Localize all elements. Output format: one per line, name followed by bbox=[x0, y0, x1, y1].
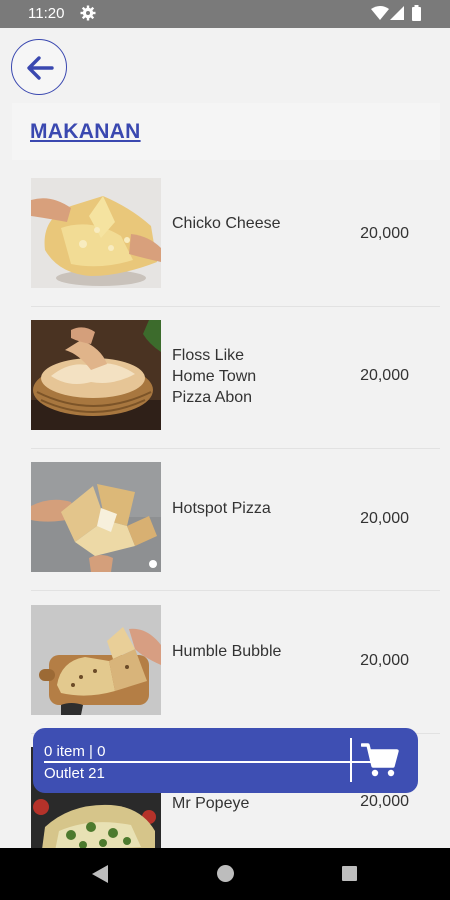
food-photo bbox=[31, 462, 161, 572]
divider bbox=[31, 590, 440, 591]
food-photo bbox=[31, 320, 161, 430]
nav-back-icon[interactable] bbox=[92, 865, 108, 883]
item-name: Chicko Cheese bbox=[172, 215, 281, 232]
status-bar: 11:20 bbox=[0, 0, 450, 28]
cart-divider-line bbox=[44, 761, 379, 763]
food-photo bbox=[31, 178, 161, 288]
signal-icon bbox=[390, 6, 404, 20]
back-button[interactable] bbox=[11, 39, 67, 95]
menu-item[interactable]: Floss Like Home Town Pizza Abon 20,000 bbox=[0, 307, 450, 449]
wifi-icon bbox=[371, 6, 389, 20]
item-name: Floss Like Home Town Pizza Abon bbox=[172, 347, 257, 406]
menu-item[interactable]: Chicko Cheese 20,000 bbox=[0, 165, 450, 307]
arrow-left-icon bbox=[27, 56, 54, 80]
navigation-bar bbox=[0, 848, 450, 900]
item-price: 20,000 bbox=[360, 652, 409, 669]
item-price: 20,000 bbox=[360, 510, 409, 527]
item-price: 20,000 bbox=[360, 225, 409, 242]
settings-gear-icon bbox=[80, 5, 96, 21]
shopping-cart-icon[interactable] bbox=[361, 742, 399, 778]
cart-summary: 0 item | 0 bbox=[44, 743, 106, 760]
outlet-name: Outlet 21 bbox=[44, 765, 105, 782]
food-photo bbox=[31, 605, 161, 715]
cart-vertical-divider bbox=[350, 738, 352, 782]
item-name: Hotspot Pizza bbox=[172, 500, 271, 517]
item-name: Mr Popeye bbox=[172, 795, 250, 812]
item-name: Humble Bubble bbox=[172, 643, 282, 660]
status-time: 11:20 bbox=[28, 5, 65, 22]
section-title[interactable]: MAKANAN bbox=[30, 120, 141, 144]
battery-icon bbox=[412, 5, 421, 21]
item-price: 20,000 bbox=[360, 367, 409, 384]
nav-home-icon[interactable] bbox=[217, 865, 234, 882]
nav-recents-icon[interactable] bbox=[342, 866, 357, 881]
menu-item[interactable]: Hotspot Pizza 20,000 bbox=[0, 449, 450, 591]
section-header: MAKANAN bbox=[12, 103, 440, 160]
menu-item[interactable]: Humble Bubble 20,000 bbox=[0, 592, 450, 734]
item-price: 20,000 bbox=[360, 793, 409, 810]
cart-bar[interactable]: 0 item | 0 Outlet 21 bbox=[33, 728, 418, 793]
